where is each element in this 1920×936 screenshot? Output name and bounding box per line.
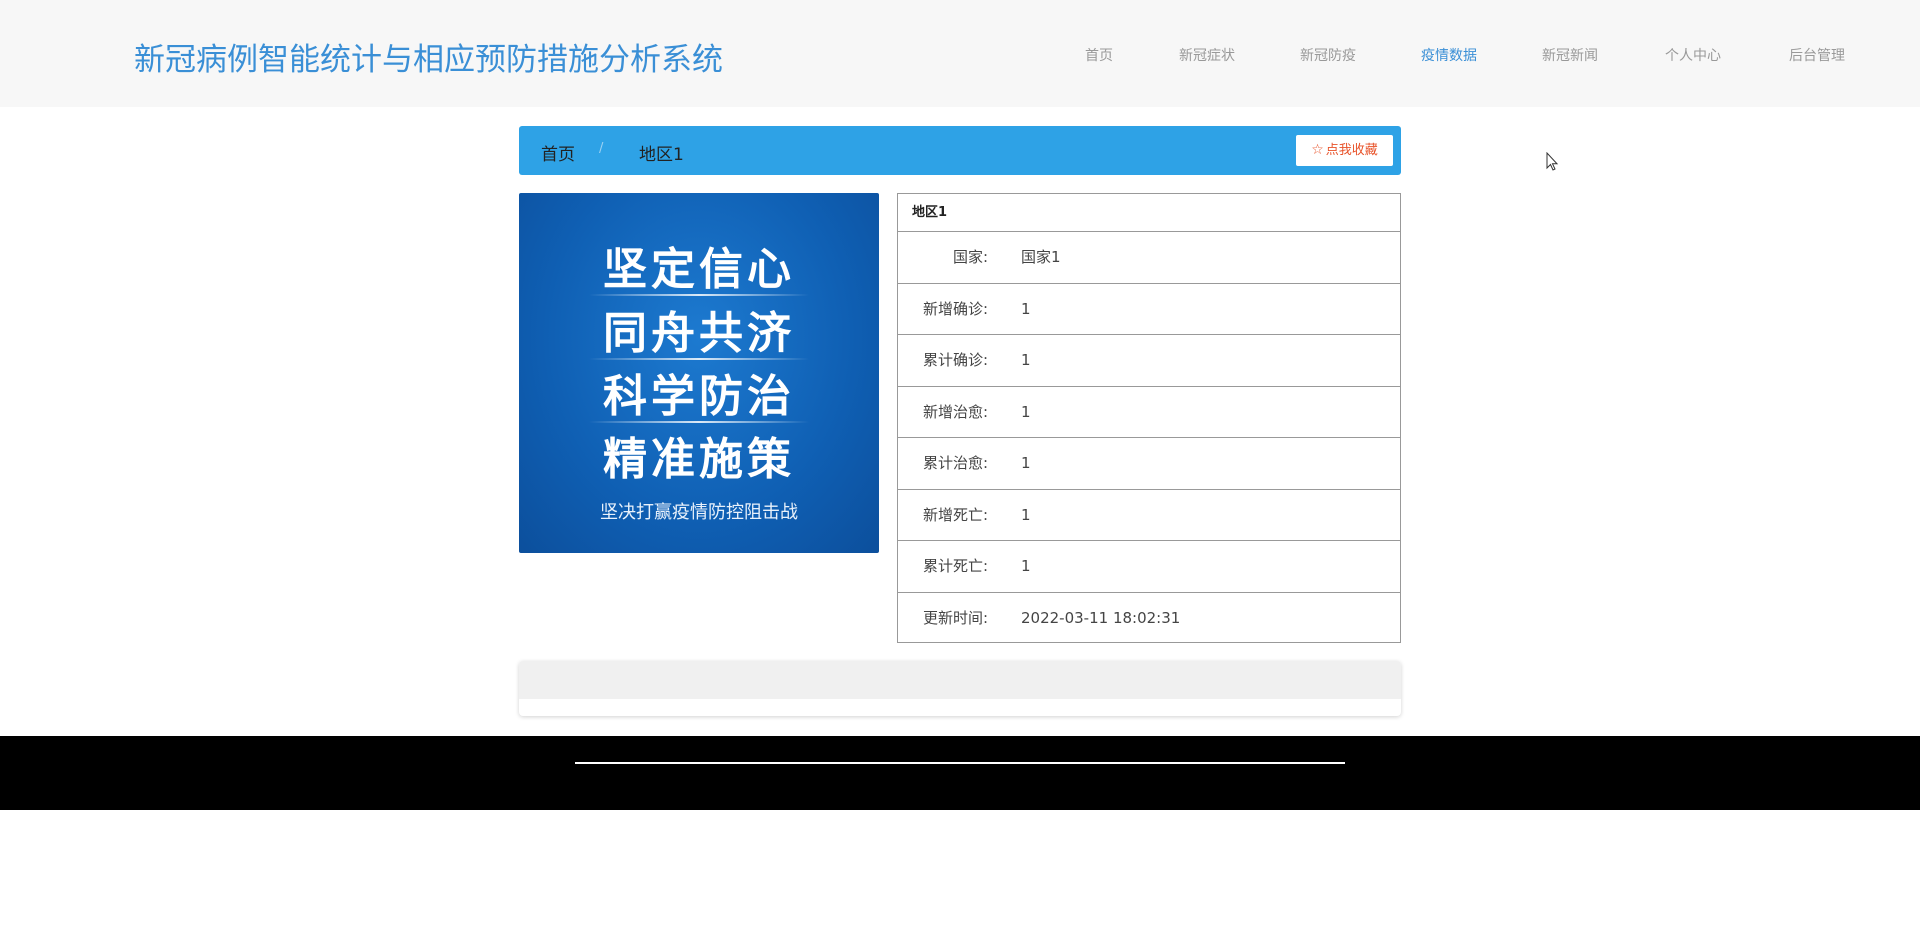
detail-row-label: 国家:	[952, 248, 988, 266]
favorite-button[interactable]: ☆ 点我收藏	[1296, 135, 1393, 166]
nav-item-home[interactable]: 首页	[1085, 45, 1113, 65]
detail-row-label: 更新时间:	[922, 608, 988, 627]
detail-row-label: 累计死亡:	[922, 557, 988, 575]
detail-row: 新增治愈: 1	[898, 387, 1400, 438]
site-footer	[0, 736, 1920, 810]
detail-row-value: 1	[1021, 454, 1031, 472]
detail-row: 累计死亡: 1	[898, 541, 1400, 593]
star-outline-icon: ☆	[1311, 142, 1324, 158]
mouse-cursor-icon	[1546, 152, 1559, 171]
detail-row-label: 新增确诊:	[922, 299, 988, 318]
breadcrumb: 首页 / 地区1 ☆ 点我收藏	[519, 126, 1401, 175]
nav-item-news[interactable]: 新冠新闻	[1542, 45, 1598, 65]
breadcrumb-separator: /	[599, 141, 604, 156]
nav-item-personal-center[interactable]: 个人中心	[1665, 45, 1721, 65]
breadcrumb-home[interactable]: 首页	[541, 140, 575, 165]
site-header: 新冠病例智能统计与相应预防措施分析系统 首页 新冠症状 新冠防疫 疫情数据 新冠…	[0, 0, 1920, 107]
detail-row-label: 累计确诊:	[922, 351, 988, 369]
detail-row: 累计确诊: 1	[898, 335, 1400, 387]
detail-row: 新增死亡: 1	[898, 490, 1400, 541]
poster-divider	[589, 294, 809, 296]
detail-row-value: 1	[1021, 351, 1031, 369]
nav-item-symptoms[interactable]: 新冠症状	[1179, 45, 1235, 65]
detail-row-value: 1	[1021, 557, 1031, 575]
detail-row-value: 1	[1021, 299, 1031, 318]
content-panel	[519, 661, 1401, 716]
poster-line-3: 科学防治	[603, 371, 795, 422]
region-detail-table: 地区1 国家: 国家1 新增确诊: 1 累计确诊: 1 新增治愈: 1 累计治愈…	[897, 193, 1401, 643]
detail-row-label: 新增治愈:	[922, 402, 988, 421]
detail-row-label: 累计治愈:	[922, 454, 988, 472]
nav-item-epidemic-data[interactable]: 疫情数据	[1421, 45, 1477, 65]
detail-row-value: 国家1	[1021, 248, 1061, 266]
nav-item-prevention[interactable]: 新冠防疫	[1300, 45, 1356, 65]
detail-row: 累计治愈: 1	[898, 438, 1400, 490]
detail-row-value: 1	[1021, 402, 1031, 421]
detail-row: 新增确诊: 1	[898, 284, 1400, 335]
detail-title: 地区1	[898, 194, 1400, 232]
poster-line-4: 精准施策	[603, 434, 795, 485]
nav-item-admin[interactable]: 后台管理	[1789, 45, 1845, 65]
poster-line-1: 坚定信心	[603, 244, 795, 295]
detail-row-value: 2022-03-11 18:02:31	[1021, 608, 1181, 627]
detail-row-label: 新增死亡:	[922, 505, 988, 524]
content-panel-header	[519, 661, 1401, 699]
breadcrumb-current: 地区1	[639, 145, 684, 165]
detail-row-value: 1	[1021, 505, 1031, 524]
main-nav: 首页 新冠症状 新冠防疫 疫情数据 新冠新闻 个人中心 后台管理	[0, 0, 1920, 107]
poster-line-2: 同舟共济	[603, 308, 795, 359]
detail-row: 国家: 国家1	[898, 232, 1400, 284]
detail-row: 更新时间: 2022-03-11 18:02:31	[898, 593, 1400, 645]
footer-divider	[575, 762, 1345, 764]
favorite-button-label: 点我收藏	[1325, 143, 1378, 158]
campaign-poster: 坚定信心 同舟共济 科学防治 精准施策 坚决打赢疫情防控阻击战	[519, 193, 879, 553]
poster-subtitle: 坚决打赢疫情防控阻击战	[600, 502, 798, 523]
